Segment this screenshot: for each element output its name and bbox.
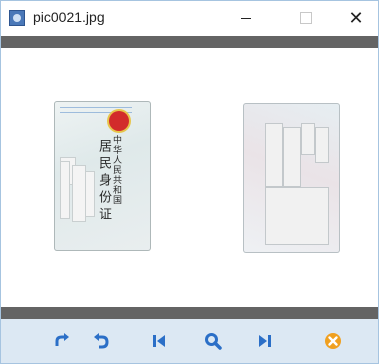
delete-button[interactable] xyxy=(319,328,347,354)
redacted-block xyxy=(283,127,301,187)
skip-next-icon xyxy=(259,335,271,347)
previous-image-button[interactable] xyxy=(145,328,173,354)
redacted-block xyxy=(265,187,329,245)
maximize-icon xyxy=(300,12,312,24)
redacted-block xyxy=(85,171,95,217)
rotate-clockwise-button[interactable] xyxy=(48,328,76,354)
id-card-front-image: 中华人民共和国 居民身份证 xyxy=(54,101,151,251)
redacted-block xyxy=(265,123,283,187)
id-card-back-image xyxy=(243,103,340,253)
top-divider xyxy=(1,36,378,48)
viewer-toolbar xyxy=(1,319,378,363)
close-icon: ✕ xyxy=(348,7,364,29)
image-viewer-window: pic0021.jpg ✕ 中华人民共和国 居民身份证 xyxy=(0,0,379,364)
card-title-text: 居民身份证 xyxy=(96,139,111,224)
redacted-block xyxy=(315,127,329,163)
image-canvas[interactable]: 中华人民共和国 居民身份证 xyxy=(1,48,378,307)
title-bar: pic0021.jpg ✕ xyxy=(1,1,378,35)
next-image-button[interactable] xyxy=(251,328,279,354)
skip-previous-icon xyxy=(153,335,165,347)
minimize-icon xyxy=(241,17,251,19)
rotate-counterclockwise-button[interactable] xyxy=(87,328,115,354)
redacted-block xyxy=(60,161,70,219)
minimize-button[interactable] xyxy=(223,1,269,35)
redacted-block xyxy=(72,165,86,222)
bottom-divider xyxy=(1,307,378,319)
delete-icon xyxy=(325,333,341,349)
rotate-cw-icon xyxy=(55,333,69,346)
redacted-block xyxy=(301,123,315,155)
window-title: pic0021.jpg xyxy=(33,9,105,25)
app-icon xyxy=(9,10,25,26)
national-emblem xyxy=(109,111,129,131)
maximize-button[interactable] xyxy=(283,1,329,35)
magnifier-icon xyxy=(205,333,222,350)
close-button[interactable]: ✕ xyxy=(333,1,379,35)
zoom-button[interactable] xyxy=(199,328,227,354)
rotate-ccw-icon xyxy=(94,333,109,349)
